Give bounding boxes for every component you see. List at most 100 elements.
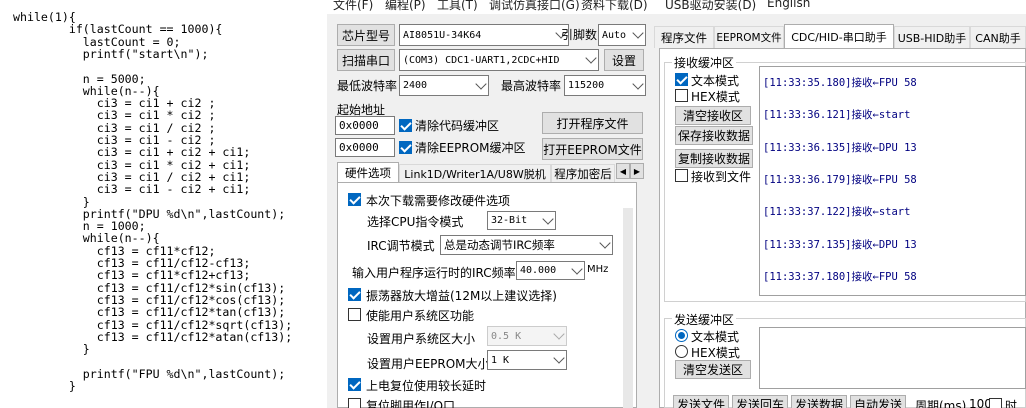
receive-line: [11:33:36.121]接收←start [763,109,911,122]
auto-send-button[interactable]: 自动发送 [850,395,906,408]
osc-gain-label: 振荡器放大增益(12M以上建议选择) [366,289,557,303]
chip-model-value: AI8051U-34K64 [403,29,482,41]
receive-line: [11:33:37.180]接收←FPU 58 [763,270,917,283]
code-editor[interactable]: while(1){ if(lastCount == 1000){ lastCou… [0,0,327,408]
period-label: 周期(ms) [915,399,967,408]
user-sys-area-checkbox[interactable] [348,308,361,321]
irc-freq-select[interactable]: 40.000 [516,261,585,280]
send-enter-button[interactable]: 发送回车 [732,395,788,408]
scan-port-button[interactable]: 扫描串口 [337,49,395,71]
osc-gain-checkbox[interactable] [348,288,361,301]
min-baud-select[interactable]: 2400 [399,75,489,96]
cpu-mode-select[interactable]: 32-Bit [487,211,556,230]
menu-item[interactable]: 文件(F) [333,0,373,13]
power-on-delay-checkbox[interactable] [348,378,361,391]
hardware-options-scrollbar[interactable] [623,208,633,408]
save-receive-button[interactable]: 保存接收数据 [675,126,753,145]
power-on-delay-label: 上电复位使用较长延时 [366,379,487,393]
pins-select[interactable]: Auto [598,24,646,46]
receive-text-area[interactable]: [11:33:35.180]接收←FPU 58 [11:33:36.121]接收←… [759,66,1026,296]
tab-scroll-right-button[interactable]: ▶ [630,163,644,179]
clear-code-buffer-checkbox[interactable] [399,119,412,132]
send-data-button[interactable]: 发送数据 [791,395,847,408]
receive-line: [11:33:36.135]接收←DPU 13 [763,141,917,154]
irc-mode-select[interactable]: 总是动态调节IRC频率 [440,235,613,255]
eeprom-size-label: 设置用户EEPROM大小 [367,357,490,371]
send-file-button[interactable]: 发送文件 [673,395,729,408]
open-program-file-button[interactable]: 打开程序文件 [542,112,643,134]
tab-program-file[interactable]: 程序文件 [654,26,714,48]
clear-send-button[interactable]: 清空发送区 [675,360,751,379]
tab-scroll-left-button[interactable]: ◀ [616,163,630,179]
send-text-mode-label: 文本模式 [691,330,740,344]
recv-to-file-label: 接收到文件 [691,170,752,184]
recv-hex-mode-checkbox[interactable] [675,89,688,102]
tab-program-encrypt[interactable]: 程序加密后 [551,164,615,182]
code-line: } [13,342,90,357]
clear-eeprom-buffer-label: 清除EEPROM缓冲区 [415,141,526,155]
recv-text-mode-checkbox[interactable] [675,73,688,86]
menu-item[interactable]: 编程(P) [385,0,426,13]
code-line: } [13,379,76,393]
tab-can[interactable]: CAN助手 [970,26,1026,48]
tab-offline-writer[interactable]: Link1D/Writer1A/U8W脱机 [399,164,551,182]
sys-area-size-label: 设置用户系统区大小 [367,332,476,346]
receive-line: [11:33:37.135]接收←DPU 13 [763,238,917,251]
tab-eeprom-file[interactable]: EEPROM文件 [714,26,784,48]
irc-freq-unit: MHz [587,264,609,275]
menu-item[interactable]: 资料下载(D) [581,0,648,13]
send-buffer-title: 发送缓冲区 [672,311,737,328]
eeprom-size-value: 1 K [491,354,510,366]
clear-code-buffer-label: 清除代码缓冲区 [415,119,500,133]
chip-model-button[interactable]: 芯片型号 [337,24,395,46]
send-hex-mode-label: HEX模式 [691,346,740,360]
clear-eeprom-buffer-checkbox[interactable] [399,141,412,154]
menu-item[interactable]: 工具(T) [437,0,478,13]
need-hw-change-checkbox[interactable] [348,193,361,206]
stc-isp-window: 文件(F) 编程(P) 工具(T) 调试仿真接口(G) 资料下载(D) USB驱动安装(D… [327,0,1026,408]
menu-item[interactable]: 调试仿真接口(G) [489,0,580,13]
reset-pin-io-checkbox[interactable] [348,398,361,408]
send-text-area[interactable] [759,327,1026,389]
code-line: printf("start\n"); [13,46,209,61]
tab-hardware-options[interactable]: 硬件选项 [337,162,399,182]
menu-item[interactable]: English [767,0,810,10]
cpu-mode-value: 32-Bit [491,215,528,226]
port-select[interactable]: (COM3) CDC1-UART1,2CDC+HID [399,49,599,71]
timestamp-checkbox[interactable] [989,398,1002,408]
receive-line: [11:33:35.180]接收←FPU 58 [763,77,917,89]
eeprom-start-address-input[interactable]: 0x0000 [335,138,395,157]
open-eeprom-file-button[interactable]: 打开EEPROM文件 [542,138,643,160]
max-baud-label: 最高波特率 [501,79,562,93]
sys-area-size-value: 0.5 K [491,330,522,342]
port-value: (COM3) CDC1-UART1,2CDC+HID [403,54,560,66]
irc-freq-label: 输入用户程序运行时的IRC频率 [352,266,516,280]
max-baud-value: 115200 [568,80,605,91]
min-baud-value: 2400 [403,80,428,91]
max-baud-select[interactable]: 115200 [564,75,646,96]
port-settings-button[interactable]: 设置 [604,49,644,71]
need-hw-change-label: 本次下载需要修改硬件选项 [366,194,511,208]
send-text-mode-radio[interactable] [675,329,688,342]
chip-model-select[interactable]: AI8051U-34K64 [399,24,569,46]
pins-label: 引脚数 [561,28,598,42]
recv-to-file-checkbox[interactable] [675,169,688,182]
receive-line: [11:33:36.179]接收←FPU 58 [763,173,917,186]
receive-buffer-title: 接收缓冲区 [672,54,737,71]
code-start-address-input[interactable]: 0x0000 [335,116,395,135]
clear-receive-button[interactable]: 清空接收区 [675,106,751,125]
irc-mode-value: 总是动态调节IRC频率 [444,238,555,252]
receive-line: [11:33:37.122]接收←start [763,206,911,219]
copy-receive-button[interactable]: 复制接收数据 [675,149,753,168]
recv-hex-mode-label: HEX模式 [691,90,740,104]
tab-usb-hid[interactable]: USB-HID助手 [894,26,970,48]
reset-pin-io-label: 复位脚用作I/O口 [366,399,456,408]
sys-area-size-select[interactable]: 0.5 K [487,326,567,346]
send-hex-mode-radio[interactable] [675,345,688,358]
menu-item[interactable]: USB驱动安装(D) [665,0,756,13]
tab-cdc-hid-serial[interactable]: CDC/HID-串口助手 [784,24,894,48]
eeprom-size-select[interactable]: 1 K [487,350,567,370]
timestamp-label: 时 [1005,399,1018,408]
cpu-mode-label: 选择CPU指令模式 [367,215,464,229]
irc-freq-value: 40.000 [520,265,557,276]
